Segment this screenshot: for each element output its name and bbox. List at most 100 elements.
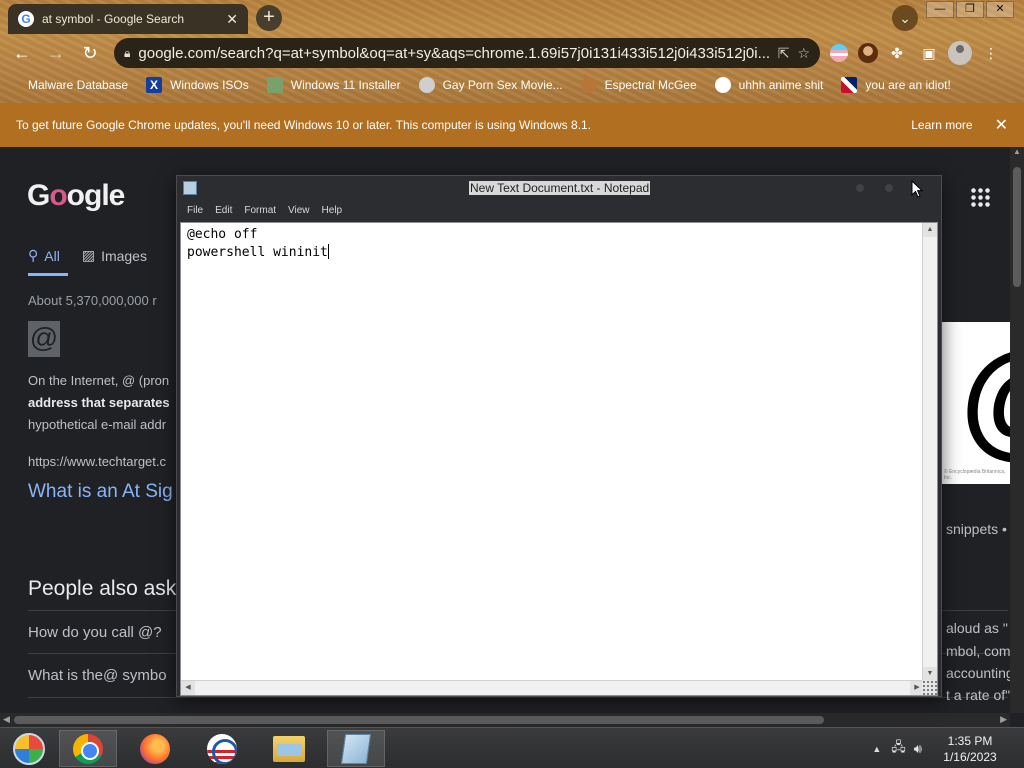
- notepad-vertical-scrollbar[interactable]: ▲ ▼: [922, 223, 937, 681]
- text-line: @echo off: [187, 227, 258, 242]
- network-icon[interactable]: 🖧︎: [891, 738, 906, 760]
- page-horizontal-scrollbar[interactable]: ◀ ▶: [0, 713, 1010, 727]
- notepad-app-icon[interactable]: [183, 181, 197, 195]
- star-icon[interactable]: ☆: [797, 45, 810, 62]
- share-icon[interactable]: ⇱: [778, 45, 790, 62]
- snippet-line: hypothetical e-mail addr: [28, 417, 167, 432]
- bookmark-label: Espectral McGee: [604, 78, 697, 92]
- page-vertical-scrollbar[interactable]: ▲: [1010, 147, 1024, 713]
- source-url[interactable]: https://www.techtarget.c: [28, 454, 166, 469]
- minimize-button[interactable]: —: [926, 1, 954, 18]
- taskbar-firefox[interactable]: [126, 730, 184, 767]
- address-bar[interactable]: 🔒︎ google.com/search?q=at+symbol&oq=at+s…: [114, 38, 820, 68]
- restore-button[interactable]: ❐: [956, 1, 984, 18]
- reload-button[interactable]: ↻: [76, 39, 104, 67]
- scroll-right-arrow-icon[interactable]: ▶: [1000, 714, 1007, 725]
- clock-time: 1:35 PM: [947, 733, 993, 748]
- url-text[interactable]: google.com/search?q=at+symbol&oq=at+sy&a…: [138, 45, 769, 62]
- at-symbol-image[interactable]: @ © Encyclopædia Britannica, Inc.: [942, 322, 1010, 484]
- close-window-button[interactable]: ✕: [986, 1, 1014, 18]
- notepad-horizontal-scrollbar[interactable]: ◀ ▶: [181, 680, 924, 695]
- avatar-extension-icon[interactable]: [858, 43, 878, 63]
- active-tab-indicator: [28, 273, 68, 276]
- menu-file[interactable]: File: [181, 203, 209, 218]
- firefox-icon: [140, 733, 170, 764]
- taskbar-notepad[interactable]: [327, 730, 385, 767]
- bookmark-anime[interactable]: uhhh anime shit: [714, 77, 824, 93]
- side-panel-icon[interactable]: ▣: [916, 40, 942, 66]
- notepad-content[interactable]: @echo off powershell wininit: [187, 226, 329, 262]
- result-title-link[interactable]: What is an At Sig: [28, 481, 173, 503]
- taskbar-chrome[interactable]: [59, 730, 117, 767]
- new-tab-button[interactable]: +: [256, 5, 282, 31]
- bookmark-label: Windows ISOs: [170, 78, 249, 92]
- resize-grip[interactable]: [922, 680, 937, 695]
- image-credit: © Encyclopædia Britannica, Inc.: [944, 469, 1006, 481]
- notepad-text-area[interactable]: @echo off powershell wininit ▲ ▼ ◀ ▶: [180, 222, 938, 696]
- lock-icon[interactable]: 🔒︎: [124, 46, 130, 61]
- notepad-maximize-button[interactable]: [884, 183, 894, 193]
- menu-icon[interactable]: ⋮: [978, 40, 1004, 66]
- menu-view[interactable]: View: [282, 203, 316, 218]
- bookmark-label: Malware Database: [28, 78, 129, 92]
- notepad-title: New Text Document.txt - Notepad: [469, 181, 651, 195]
- tab-images[interactable]: ▨ Images: [82, 247, 147, 264]
- browser-tab[interactable]: G at symbol - Google Search ✕: [8, 4, 248, 34]
- at-symbol-thumbnail[interactable]: @: [28, 321, 60, 357]
- tab-close-icon[interactable]: ✕: [226, 11, 238, 28]
- bookmark-malware-database[interactable]: Malware Database: [18, 77, 128, 93]
- infobar-close-icon[interactable]: ✕: [995, 115, 1008, 135]
- notepad-minimize-button[interactable]: [855, 183, 865, 193]
- menu-edit[interactable]: Edit: [209, 203, 238, 218]
- bookmark-label: uhhh anime shit: [738, 78, 824, 92]
- paa-question[interactable]: How do you call @?: [28, 624, 162, 641]
- window-controls: — ❐ ✕: [926, 1, 1014, 18]
- scroll-down-arrow-icon[interactable]: ▼: [923, 667, 937, 681]
- learn-more-link[interactable]: Learn more: [911, 118, 972, 132]
- tab-search-button[interactable]: ⌄: [892, 5, 918, 31]
- taskbar-file-explorer[interactable]: [260, 730, 318, 767]
- bookmark-espectral-mcgee[interactable]: Espectral McGee: [580, 77, 697, 93]
- notepad-window[interactable]: New Text Document.txt - Notepad File Edi…: [176, 175, 942, 697]
- menu-format[interactable]: Format: [238, 203, 282, 218]
- system-tray: ▲ 🖧︎ 🔊︎ 1:35 PM 1/16/2023: [872, 728, 1024, 768]
- face-icon: [580, 77, 597, 93]
- update-infobar: To get future Google Chrome updates, you…: [0, 103, 1024, 147]
- menu-help[interactable]: Help: [316, 203, 349, 218]
- trans-flag-extension-icon[interactable]: [830, 44, 848, 62]
- google-logo[interactable]: Google: [27, 179, 125, 213]
- start-orb-icon: [13, 732, 45, 765]
- scrollbar-thumb[interactable]: [1013, 167, 1021, 287]
- tab-all[interactable]: ⚲ All: [28, 247, 60, 264]
- paa-question[interactable]: What is the@ symbo: [28, 667, 167, 684]
- taskbar-obama-app[interactable]: [193, 730, 251, 767]
- start-button[interactable]: [0, 730, 58, 767]
- show-hidden-icons-icon[interactable]: ▲: [872, 744, 881, 754]
- clock[interactable]: 1:35 PM 1/16/2023: [930, 733, 1010, 765]
- volume-icon[interactable]: 🔊︎: [914, 741, 922, 757]
- scroll-left-arrow-icon[interactable]: ◀: [181, 681, 195, 695]
- browser-toolbar: ← → ↻ 🔒︎ google.com/search?q=at+symbol&o…: [0, 36, 1024, 70]
- back-button[interactable]: ←: [8, 39, 36, 67]
- blank-icon: [18, 77, 20, 93]
- puzzle-icon[interactable]: ✤: [884, 40, 910, 66]
- scroll-up-arrow-icon[interactable]: ▲: [1010, 147, 1024, 156]
- notepad-titlebar[interactable]: New Text Document.txt - Notepad: [177, 176, 941, 201]
- right-text-line: mbol, comm: [946, 643, 1010, 659]
- apps-grid-icon[interactable]: [970, 187, 990, 207]
- bookmark-movie[interactable]: Gay Porn Sex Movie...: [418, 77, 563, 93]
- image-icon: [266, 77, 283, 93]
- scroll-up-arrow-icon[interactable]: ▲: [923, 223, 937, 237]
- notepad-menubar: File Edit Format View Help: [181, 203, 348, 218]
- scrollbar-thumb[interactable]: [14, 716, 824, 724]
- browser-frame: G at symbol - Google Search ✕ + ⌄ — ❐ ✕ …: [0, 0, 1024, 103]
- bookmark-windows-11-installer[interactable]: Windows 11 Installer: [266, 77, 401, 93]
- clock-date: 1/16/2023: [943, 749, 997, 764]
- forward-button[interactable]: →: [42, 39, 70, 67]
- scroll-left-arrow-icon[interactable]: ◀: [3, 714, 10, 725]
- bookmark-label: you are an idiot!: [865, 78, 951, 92]
- bookmarks-bar: Malware Database X Windows ISOs Windows …: [0, 72, 1024, 98]
- profile-icon[interactable]: [948, 41, 972, 65]
- bookmark-windows-isos[interactable]: X Windows ISOs: [146, 77, 249, 93]
- bookmark-you-are-an-idiot[interactable]: you are an idiot!: [841, 77, 951, 93]
